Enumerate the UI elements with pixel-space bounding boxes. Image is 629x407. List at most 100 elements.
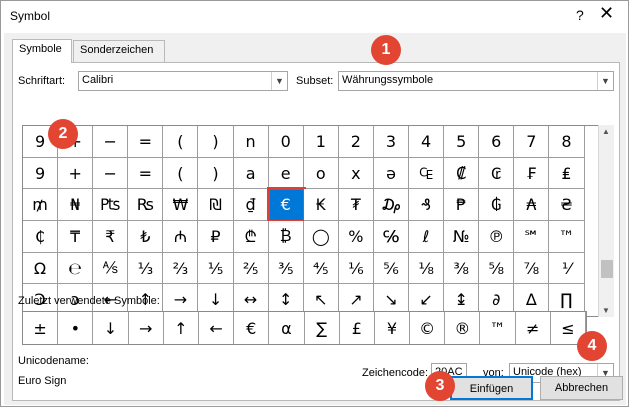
symbol-cell[interactable]: ⅝ bbox=[479, 252, 515, 285]
symbol-cell[interactable]: ⅟ bbox=[549, 252, 585, 285]
symbol-cell[interactable]: ⅍ bbox=[93, 252, 129, 285]
symbol-cell[interactable]: ⅕ bbox=[198, 252, 234, 285]
symbol-cell[interactable]: ⅔ bbox=[163, 252, 199, 285]
symbol-cell[interactable]: ℓ bbox=[409, 221, 445, 253]
symbol-cell[interactable]: ⅘ bbox=[303, 252, 339, 285]
subset-select[interactable]: Währungssymbole ▼ bbox=[338, 71, 614, 91]
symbol-cell[interactable]: + bbox=[58, 157, 94, 190]
symbol-cell[interactable]: ◯ bbox=[303, 221, 339, 253]
symbol-cell[interactable]: 3 bbox=[373, 126, 410, 158]
symbol-cell[interactable]: a bbox=[233, 157, 269, 190]
symbol-cell[interactable]: ₽ bbox=[198, 221, 234, 253]
symbol-cell[interactable]: ₹ bbox=[93, 221, 129, 253]
symbol-cell[interactable]: ) bbox=[198, 157, 234, 190]
symbol-cell[interactable]: ⅛ bbox=[409, 252, 445, 285]
symbol-cell[interactable]: ™ bbox=[549, 221, 585, 253]
recent-symbol-cell[interactable]: £ bbox=[339, 312, 375, 344]
symbol-cell[interactable]: ₮ bbox=[338, 189, 374, 222]
symbol-cell[interactable]: o bbox=[303, 157, 339, 190]
symbol-cell[interactable]: % bbox=[338, 221, 374, 253]
symbol-cell[interactable]: ₣ bbox=[514, 157, 550, 190]
symbol-cell[interactable]: − bbox=[93, 126, 129, 158]
symbol-cell[interactable]: № bbox=[444, 221, 480, 253]
cancel-button[interactable]: Abbrechen bbox=[540, 376, 623, 400]
symbol-cell[interactable]: ₢ bbox=[479, 157, 515, 190]
symbol-cell[interactable]: ₤ bbox=[549, 157, 585, 190]
symbol-cell[interactable]: e bbox=[268, 157, 304, 190]
symbol-cell[interactable]: 7 bbox=[514, 126, 550, 158]
symbol-cell[interactable]: 4 bbox=[409, 126, 445, 158]
symbol-cell[interactable]: = bbox=[128, 157, 164, 190]
symbol-cell[interactable]: ℅ bbox=[373, 221, 410, 253]
recent-symbol-cell[interactable]: ↓ bbox=[93, 312, 129, 344]
recent-symbol-cell[interactable]: ← bbox=[198, 312, 235, 344]
symbol-cell[interactable]: ₪ bbox=[198, 189, 234, 222]
symbol-cell[interactable]: ℮ bbox=[58, 252, 94, 285]
symbol-cell[interactable]: ₯ bbox=[373, 189, 410, 222]
symbol-cell[interactable]: ⅞ bbox=[514, 252, 550, 285]
symbol-cell[interactable]: ₵ bbox=[23, 221, 59, 253]
symbol-cell[interactable]: ⅗ bbox=[268, 252, 304, 285]
recent-symbol-cell[interactable]: ± bbox=[23, 312, 59, 344]
symbol-cell[interactable]: 6 bbox=[479, 126, 515, 158]
symbol-cell[interactable]: ( bbox=[163, 157, 199, 190]
symbol-cell[interactable]: 8 bbox=[549, 126, 585, 158]
symbol-cell[interactable]: x bbox=[338, 157, 374, 190]
symbol-cell[interactable]: ₠ bbox=[409, 157, 445, 190]
symbol-cell[interactable]: ₿ bbox=[268, 221, 304, 253]
symbol-cell[interactable]: ₰ bbox=[409, 189, 445, 222]
recent-symbol-cell[interactable]: α bbox=[269, 312, 305, 344]
symbol-cell[interactable]: 2 bbox=[338, 126, 374, 158]
symbol-cell[interactable]: ₸ bbox=[58, 221, 94, 253]
symbol-cell[interactable]: ₱ bbox=[444, 189, 480, 222]
symbol-cell[interactable]: ₳ bbox=[514, 189, 550, 222]
recent-symbol-cell[interactable]: ® bbox=[445, 312, 481, 344]
symbol-cell[interactable]: ₴ bbox=[549, 189, 585, 222]
symbol-cell[interactable]: ₩ bbox=[163, 189, 199, 222]
symbol-cell[interactable]: ₥ bbox=[23, 189, 59, 222]
symbol-cell[interactable]: ⅙ bbox=[338, 252, 374, 285]
symbol-cell[interactable]: ℠ bbox=[514, 221, 550, 253]
recent-symbol-cell[interactable]: € bbox=[234, 312, 270, 344]
symbol-cell[interactable]: ₦ bbox=[58, 189, 94, 222]
symbol-cell[interactable]: ₲ bbox=[479, 189, 515, 222]
recent-symbol-cell[interactable]: ¥ bbox=[374, 312, 411, 344]
recent-symbol-cell[interactable]: • bbox=[58, 312, 94, 344]
help-button[interactable]: ? bbox=[576, 7, 584, 23]
symbol-cell[interactable]: n bbox=[233, 126, 269, 158]
symbol-cell[interactable]: ₼ bbox=[163, 221, 199, 253]
symbol-cell[interactable]: 0 bbox=[268, 126, 304, 158]
scroll-thumb[interactable] bbox=[601, 260, 613, 278]
symbol-cell[interactable]: 9 bbox=[23, 157, 59, 190]
symbol-cell-selected[interactable]: € bbox=[266, 187, 306, 224]
symbol-cell[interactable]: ( bbox=[163, 126, 199, 158]
font-select[interactable]: Calibri ▼ bbox=[78, 71, 288, 91]
recent-symbol-cell[interactable]: ™ bbox=[480, 312, 516, 344]
symbol-cell[interactable]: ₾ bbox=[233, 221, 269, 253]
symbol-cell[interactable]: ₫ bbox=[233, 189, 269, 222]
symbol-cell[interactable]: ) bbox=[198, 126, 234, 158]
symbol-cell[interactable]: ₧ bbox=[93, 189, 129, 222]
recent-symbol-cell[interactable]: ∑ bbox=[304, 312, 340, 344]
symbol-cell[interactable]: ə bbox=[373, 157, 410, 190]
symbol-cell[interactable]: ₨ bbox=[128, 189, 164, 222]
symbol-cell[interactable]: Ω bbox=[23, 252, 59, 285]
recent-symbol-cell[interactable]: ↑ bbox=[163, 312, 199, 344]
tab-sonderzeichen[interactable]: Sonderzeichen bbox=[73, 40, 165, 62]
symbol-cell[interactable]: − bbox=[93, 157, 129, 190]
symbol-cell[interactable]: ⅜ bbox=[444, 252, 480, 285]
symbol-cell[interactable]: ℗ bbox=[479, 221, 515, 253]
symbol-cell[interactable]: ⅖ bbox=[233, 252, 269, 285]
recent-symbol-cell[interactable]: ≠ bbox=[515, 312, 551, 344]
symbol-cell[interactable]: 1 bbox=[303, 126, 339, 158]
symbol-cell[interactable]: ₺ bbox=[128, 221, 164, 253]
scroll-up-icon[interactable]: ▲ bbox=[602, 127, 610, 136]
symbol-cell[interactable]: 5 bbox=[444, 126, 480, 158]
recent-symbol-cell[interactable]: → bbox=[128, 312, 164, 344]
symbol-cell[interactable]: ⅓ bbox=[128, 252, 164, 285]
tab-symbole[interactable]: Symbole bbox=[12, 39, 72, 63]
recent-symbol-cell[interactable]: © bbox=[410, 312, 446, 344]
symbol-cell[interactable]: ⅚ bbox=[373, 252, 410, 285]
close-button[interactable]: ✕ bbox=[599, 3, 614, 24]
grid-scrollbar[interactable]: ▲ ▼ bbox=[598, 125, 614, 317]
